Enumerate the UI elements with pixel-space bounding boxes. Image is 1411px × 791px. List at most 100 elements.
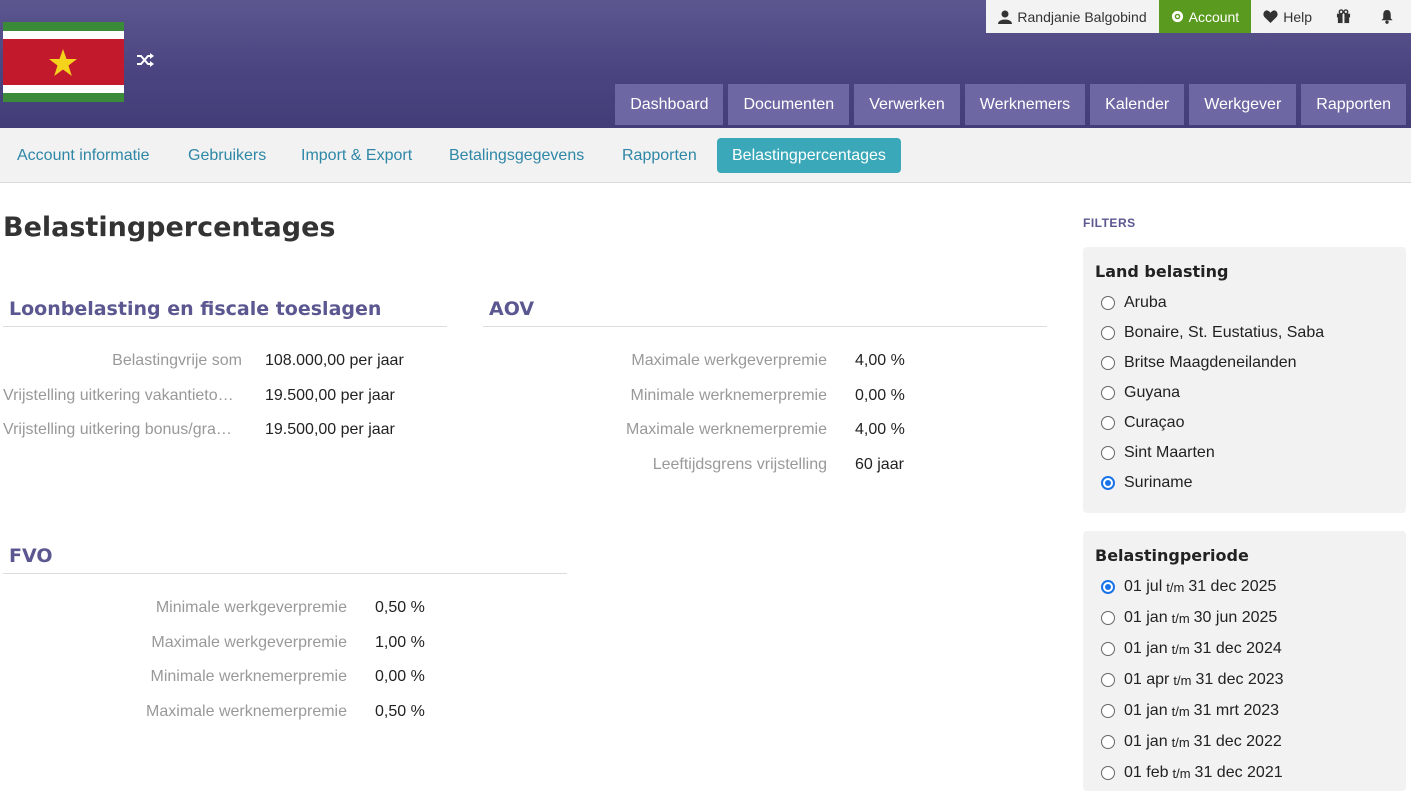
shuffle-icon[interactable]	[136, 52, 154, 68]
radio-button-selected[interactable]	[1101, 580, 1115, 594]
row-value: 1,00 %	[375, 634, 425, 651]
row-value: 60 jaar	[855, 456, 904, 473]
radio-button[interactable]	[1101, 386, 1115, 400]
radio-option-period[interactable]: 01 jan t/m 31 dec 2024	[1101, 640, 1282, 658]
nav-werkgever[interactable]: Werkgever	[1189, 84, 1297, 125]
radio-button[interactable]	[1101, 704, 1115, 718]
radio-option-period[interactable]: 01 jan t/m 31 mrt 2023	[1101, 702, 1279, 720]
radio-option-bvi[interactable]: Britse Maagdeneilanden	[1101, 354, 1297, 372]
account-label: Account	[1188, 8, 1240, 25]
radio-button[interactable]	[1101, 673, 1115, 687]
period-tm: t/m	[1171, 641, 1190, 657]
option-label: Britse Maagdeneilanden	[1124, 354, 1297, 371]
row-label: Maximale werknemerpremie	[626, 421, 827, 438]
bell-icon	[1381, 9, 1393, 24]
row-label: Vrijstelling uitkering bonus/gratificati…	[3, 421, 236, 438]
radio-option-period[interactable]: 01 jan t/m 31 dec 2022	[1101, 733, 1282, 751]
table-row: Minimale werknemerpremie 0,00 %	[0, 668, 560, 688]
nav-werknemers[interactable]: Werknemers	[964, 84, 1086, 125]
gift-button[interactable]	[1324, 0, 1368, 33]
table-row: Maximale werknemerpremie 0,50 %	[0, 703, 560, 723]
period-from: 01 jan	[1124, 640, 1168, 657]
row-value: 0,00 %	[855, 387, 905, 404]
period-tm: t/m	[1171, 703, 1190, 719]
row-label: Minimale werknemerpremie	[150, 668, 348, 685]
radio-option-guyana[interactable]: Guyana	[1101, 384, 1180, 402]
radio-button[interactable]	[1101, 735, 1115, 749]
row-value: 19.500,00 per jaar	[265, 421, 395, 438]
row-label: Minimale werkgeverpremie	[155, 599, 347, 616]
row-label: Vrijstelling uitkering vakantietoelage	[3, 387, 236, 404]
notifications-button[interactable]	[1368, 0, 1411, 33]
period-to: 31 dec 2021	[1194, 764, 1283, 781]
radio-option-sint-maarten[interactable]: Sint Maarten	[1101, 444, 1215, 462]
option-label: Suriname	[1124, 474, 1193, 491]
nav-verwerken[interactable]: Verwerken	[854, 84, 960, 125]
account-button[interactable]: Account	[1158, 0, 1252, 33]
period-from: 01 feb	[1124, 764, 1169, 781]
user-menu[interactable]: Randjanie Balgobind	[986, 0, 1159, 33]
row-value: 19.500,00 per jaar	[265, 387, 395, 404]
period-tm: t/m	[1171, 734, 1190, 750]
sub-navigation: Account informatie Gebruikers Import & E…	[0, 128, 1411, 183]
period-from: 01 jan	[1124, 733, 1168, 750]
period-from: 01 jan	[1124, 702, 1168, 719]
radio-option-suriname[interactable]: Suriname	[1101, 474, 1192, 492]
table-row: Vrijstelling uitkering vakantietoelage 1…	[0, 387, 470, 407]
period-tm: t/m	[1166, 579, 1185, 595]
help-button[interactable]: Help	[1251, 0, 1324, 33]
subnav-betalingsgegevens[interactable]: Betalingsgegevens	[449, 138, 584, 173]
radio-option-period[interactable]: 01 jul t/m 31 dec 2025	[1101, 578, 1276, 596]
gift-icon	[1336, 9, 1351, 24]
filter-periode-title: Belastingperiode	[1095, 546, 1249, 565]
gear-icon	[1171, 10, 1183, 23]
heart-icon	[1263, 10, 1278, 23]
table-row: Maximale werknemerpremie 4,00 %	[480, 421, 1040, 441]
radio-button[interactable]	[1101, 296, 1115, 310]
subnav-import-export[interactable]: Import & Export	[301, 138, 412, 173]
table-row: Leeftijdsgrens vrijstelling 60 jaar	[480, 456, 1040, 476]
nav-kalender[interactable]: Kalender	[1090, 84, 1185, 125]
radio-option-period[interactable]: 01 apr t/m 31 dec 2023	[1101, 671, 1284, 689]
nav-rapporten[interactable]: Rapporten	[1301, 84, 1406, 125]
radio-option-period[interactable]: 01 feb t/m 31 dec 2021	[1101, 764, 1283, 782]
radio-button[interactable]	[1101, 356, 1115, 370]
radio-button[interactable]	[1101, 642, 1115, 656]
period-from: 01 jul	[1124, 578, 1163, 595]
radio-option-period[interactable]: 01 jan t/m 30 jun 2025	[1101, 609, 1277, 627]
table-row: Vrijstelling uitkering bonus/gratificati…	[0, 421, 470, 441]
app-header: Randjanie Balgobind Account Help Dashboa…	[0, 0, 1411, 128]
nav-documenten[interactable]: Documenten	[728, 84, 850, 125]
period-from: 01 apr	[1124, 671, 1170, 688]
section-title-loonbelasting: Loonbelasting en fiscale toeslagen	[3, 298, 447, 327]
filter-land-title: Land belasting	[1095, 262, 1229, 281]
radio-button[interactable]	[1101, 416, 1115, 430]
period-tm: t/m	[1173, 672, 1192, 688]
radio-button-selected[interactable]	[1101, 476, 1115, 490]
user-icon	[998, 10, 1013, 24]
subnav-rapporten[interactable]: Rapporten	[622, 138, 697, 173]
option-label: Curaçao	[1124, 414, 1185, 431]
option-label: Aruba	[1124, 294, 1167, 311]
row-value: 108.000,00 per jaar	[265, 352, 404, 369]
period-to: 31 mrt 2023	[1193, 702, 1280, 719]
nav-dashboard[interactable]: Dashboard	[615, 84, 724, 125]
row-value: 0,50 %	[375, 703, 425, 720]
table-row: Minimale werknemerpremie 0,00 %	[480, 387, 1040, 407]
suriname-flag-logo[interactable]	[3, 22, 124, 102]
table-row: Maximale werkgeverpremie 1,00 %	[0, 634, 560, 654]
row-label: Maximale werkgeverpremie	[151, 634, 347, 651]
subnav-account-informatie[interactable]: Account informatie	[17, 138, 150, 173]
subnav-belastingpercentages[interactable]: Belastingpercentages	[717, 138, 901, 173]
radio-option-bonaire[interactable]: Bonaire, St. Eustatius, Saba	[1101, 324, 1324, 342]
radio-button[interactable]	[1101, 611, 1115, 625]
period-to: 31 dec 2022	[1193, 733, 1282, 750]
radio-button[interactable]	[1101, 766, 1115, 780]
radio-option-aruba[interactable]: Aruba	[1101, 294, 1167, 312]
subnav-gebruikers[interactable]: Gebruikers	[188, 138, 266, 173]
radio-button[interactable]	[1101, 326, 1115, 340]
radio-button[interactable]	[1101, 446, 1115, 460]
page-title: Belastingpercentages	[3, 212, 336, 243]
row-value: 4,00 %	[855, 421, 905, 438]
radio-option-curacao[interactable]: Curaçao	[1101, 414, 1184, 432]
